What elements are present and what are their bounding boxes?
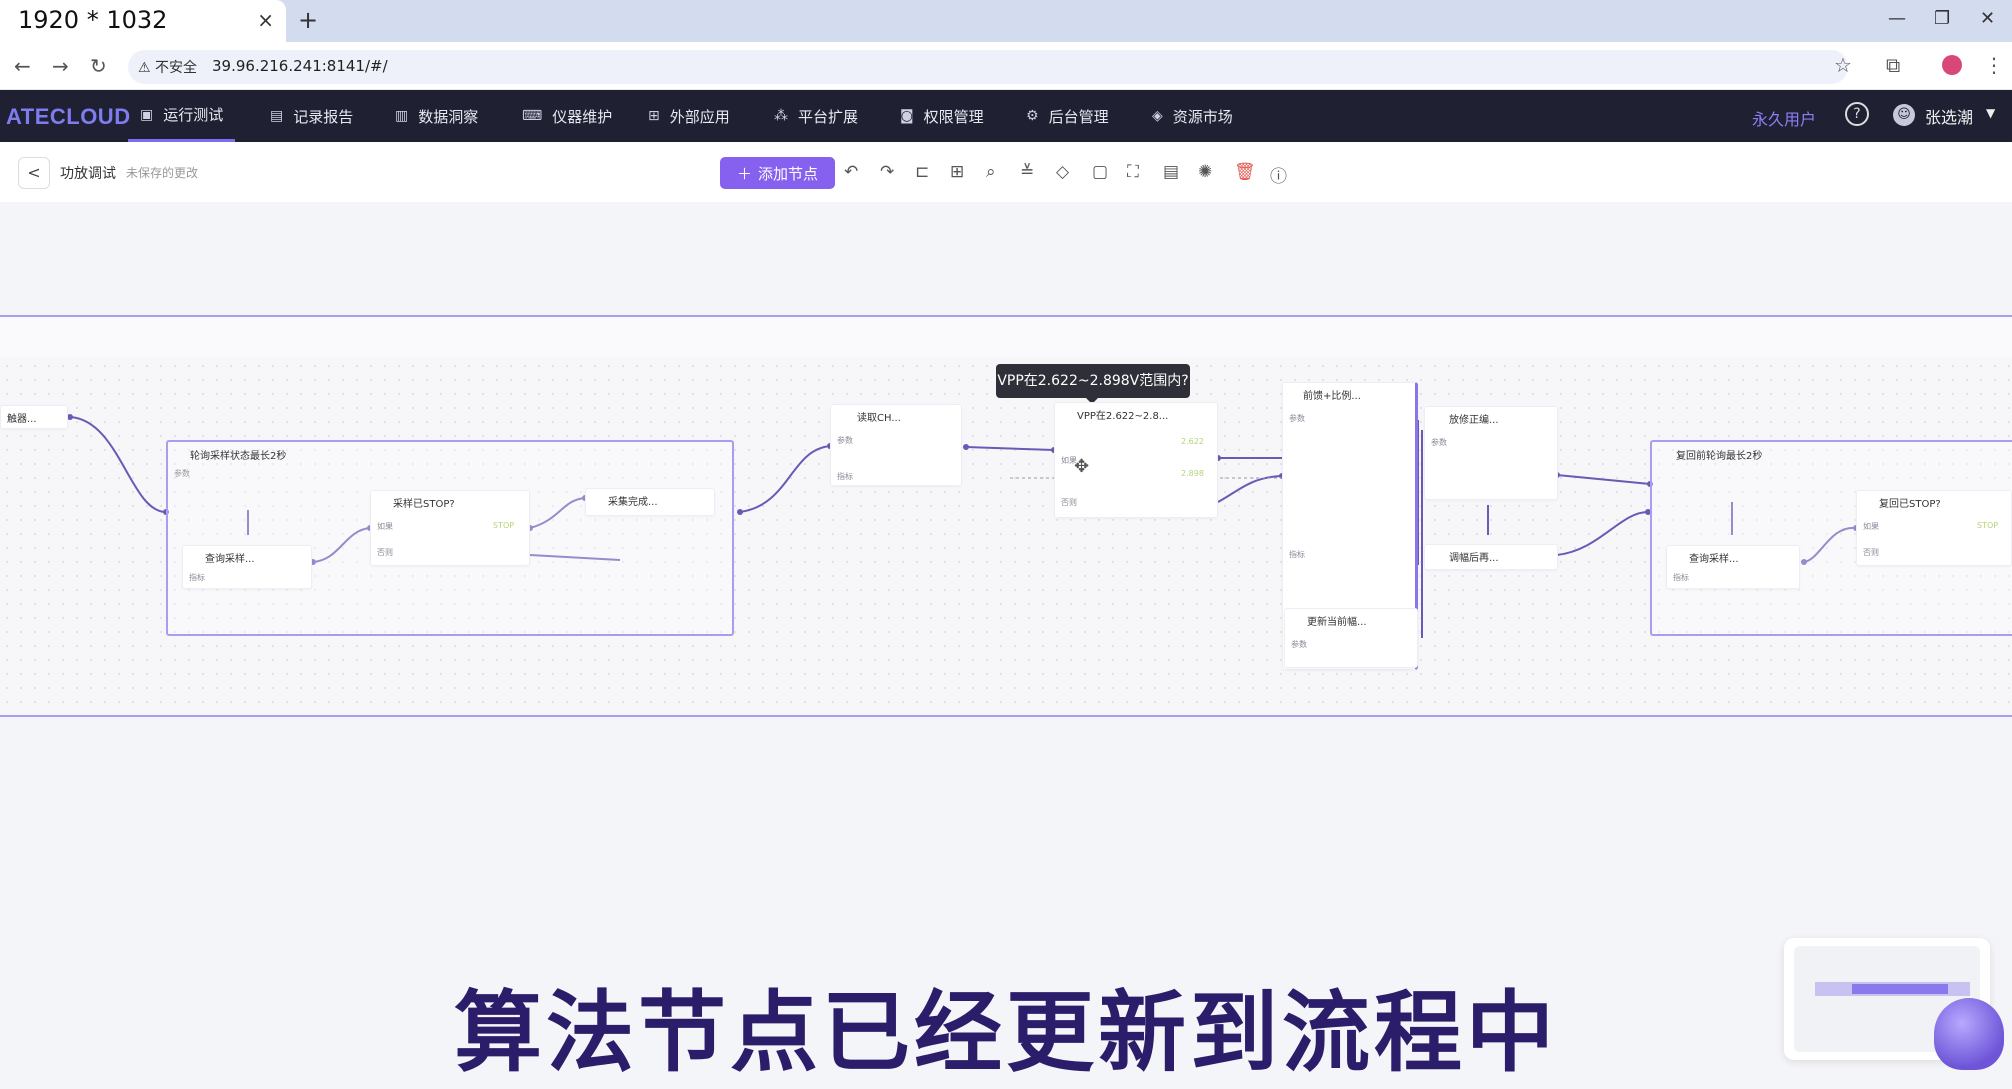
node-left-stub[interactable]: 触器... xyxy=(0,405,68,429)
node-query-sample[interactable]: 查询采样... 指标 xyxy=(182,545,312,589)
node-update-current[interactable]: 更新当前幅... 参数 xyxy=(1284,608,1418,668)
node-amp-fix[interactable]: 放修正编... 参数 xyxy=(1424,406,1558,500)
node-adjust-after[interactable]: 调幅后再... xyxy=(1424,544,1558,570)
node-tooltip: VPP在2.622~2.898V范围内? xyxy=(996,364,1190,398)
node-query-sample-right[interactable]: 查询采样... 指标 xyxy=(1666,545,1800,589)
node-read-ch[interactable]: 读取CH... 参数 指标 xyxy=(830,404,962,486)
param-label: 参数 xyxy=(174,469,190,478)
loop-group-left-title: 轮询采样状态最长2秒 xyxy=(190,451,287,462)
video-subtitle: 算法节点已经更新到流程中 xyxy=(453,981,1558,1084)
move-cursor-icon: ✥ xyxy=(1074,456,1090,477)
node-sample-stop[interactable]: 采样已STOP? 如果 STOP 否则 xyxy=(370,490,530,566)
node-sample-done[interactable]: 采集完成... xyxy=(585,488,715,516)
loop-group-right-title: 复回前轮询最长2秒 xyxy=(1676,451,1763,462)
node-restore-stop[interactable]: 复回已STOP? 如果 STOP 否则 xyxy=(1856,490,2012,566)
